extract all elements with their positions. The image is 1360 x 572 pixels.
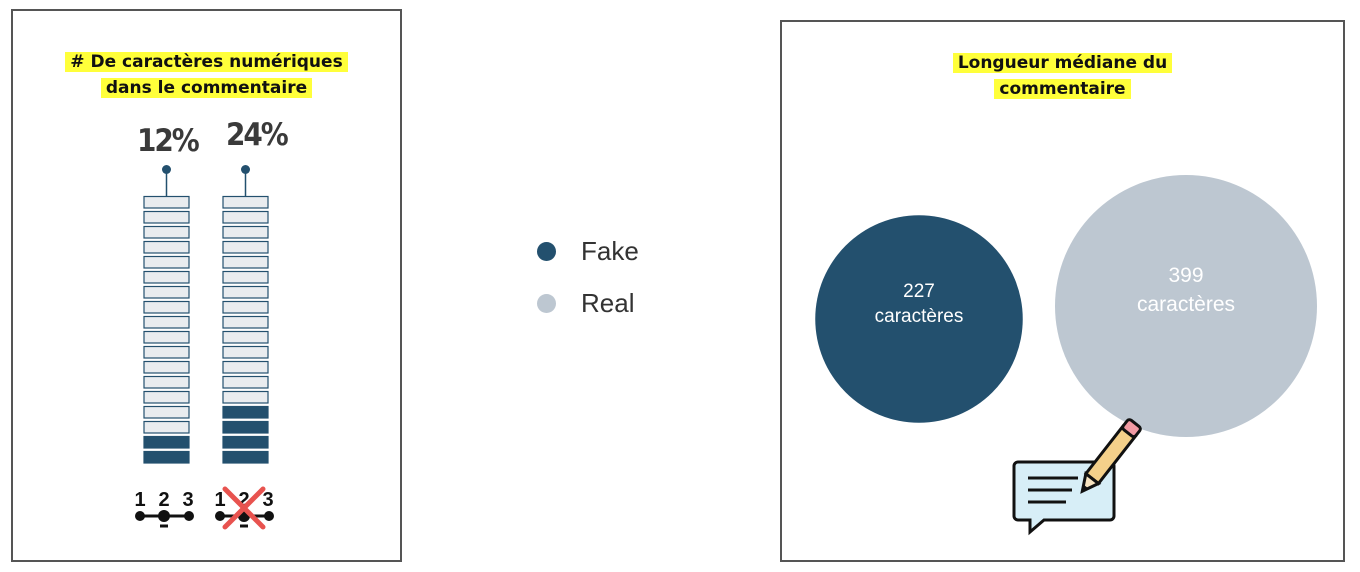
bar-segment-fake-empty (143, 285, 190, 299)
bar-pin-dot-fake (162, 165, 171, 174)
bar-segment-fake-empty (143, 210, 190, 224)
bar-segment-fake-empty (143, 315, 190, 329)
bar-segment-fake-empty (143, 270, 190, 284)
digit-2: 2 (158, 489, 169, 511)
bar-segment-real-empty (222, 225, 269, 239)
bar-segment-fake-empty (143, 390, 190, 404)
bubble-fake-value: 227 (903, 281, 935, 302)
digit-1-crossed: 1 (214, 489, 225, 511)
median-length-panel: Longueur médiane du commentaire 227 cara… (780, 20, 1345, 562)
legend: Fake Real (537, 225, 639, 329)
legend-dot-fake (537, 241, 556, 261)
bar-segment-real-empty (222, 255, 269, 269)
bar-segment-fake-empty (143, 240, 190, 254)
bar-segment-real-filled (222, 435, 269, 449)
bar-segment-fake-empty (143, 345, 190, 359)
bar-segment-real-empty (222, 375, 269, 389)
median-length-bubbles: 227 caractères 399 caractères (815, 175, 1317, 536)
legend-label-real: Real (581, 287, 635, 318)
bar-segment-fake-empty (143, 195, 190, 209)
legend-label-fake: Fake (581, 235, 639, 266)
bar-segment-real-empty (222, 240, 269, 254)
numeric-chars-bars (143, 165, 269, 464)
bar-pin-dot-real (241, 165, 250, 174)
digit-1: 1 (134, 489, 145, 511)
bar-segment-real-filled (222, 450, 269, 464)
bar-segment-real-empty (222, 315, 269, 329)
bar-segment-fake-empty (143, 405, 190, 419)
bar-segment-real-empty (222, 345, 269, 359)
bar-segment-real-empty (222, 285, 269, 299)
bubble-fake-unit: caractères (875, 306, 964, 327)
bar-segment-fake-empty (143, 375, 190, 389)
bar-segment-fake-filled (143, 450, 190, 464)
bar-segment-real-empty (222, 390, 269, 404)
digit-3-crossed: 3 (262, 489, 273, 511)
bar-segment-real-empty (222, 195, 269, 209)
legend-dot-real (537, 293, 556, 313)
bar-segment-fake-empty (143, 420, 190, 434)
legend-item-real: Real (537, 277, 639, 329)
bar-segment-real-empty (222, 360, 269, 374)
bar-segment-fake-empty (143, 255, 190, 269)
legend-item-fake: Fake (537, 225, 639, 277)
bar-segment-fake-empty (143, 300, 190, 314)
bar-segment-real-empty (222, 270, 269, 284)
bar-segment-real-filled (222, 405, 269, 419)
bar-segment-fake-filled (143, 435, 190, 449)
bar-segment-fake-empty (143, 360, 190, 374)
digit-3: 3 (182, 489, 193, 511)
bubble-real-unit: caractères (1137, 293, 1235, 316)
bar-segment-real-filled (222, 420, 269, 434)
digits-123-crossed-icon: 1 2 3 (214, 486, 274, 530)
bar-segment-real-empty (222, 210, 269, 224)
numeric-chars-panel: # De caractères numériques dans le comme… (11, 9, 402, 562)
bar-segment-fake-empty (143, 330, 190, 344)
comment-pencil-icon (1012, 418, 1142, 536)
bar-segment-real-empty (222, 300, 269, 314)
digits-123-icon: 1 2 3 (134, 489, 194, 528)
bar-segment-real-empty (222, 330, 269, 344)
bar-segment-fake-empty (143, 225, 190, 239)
bubble-real-value: 399 (1168, 264, 1203, 287)
